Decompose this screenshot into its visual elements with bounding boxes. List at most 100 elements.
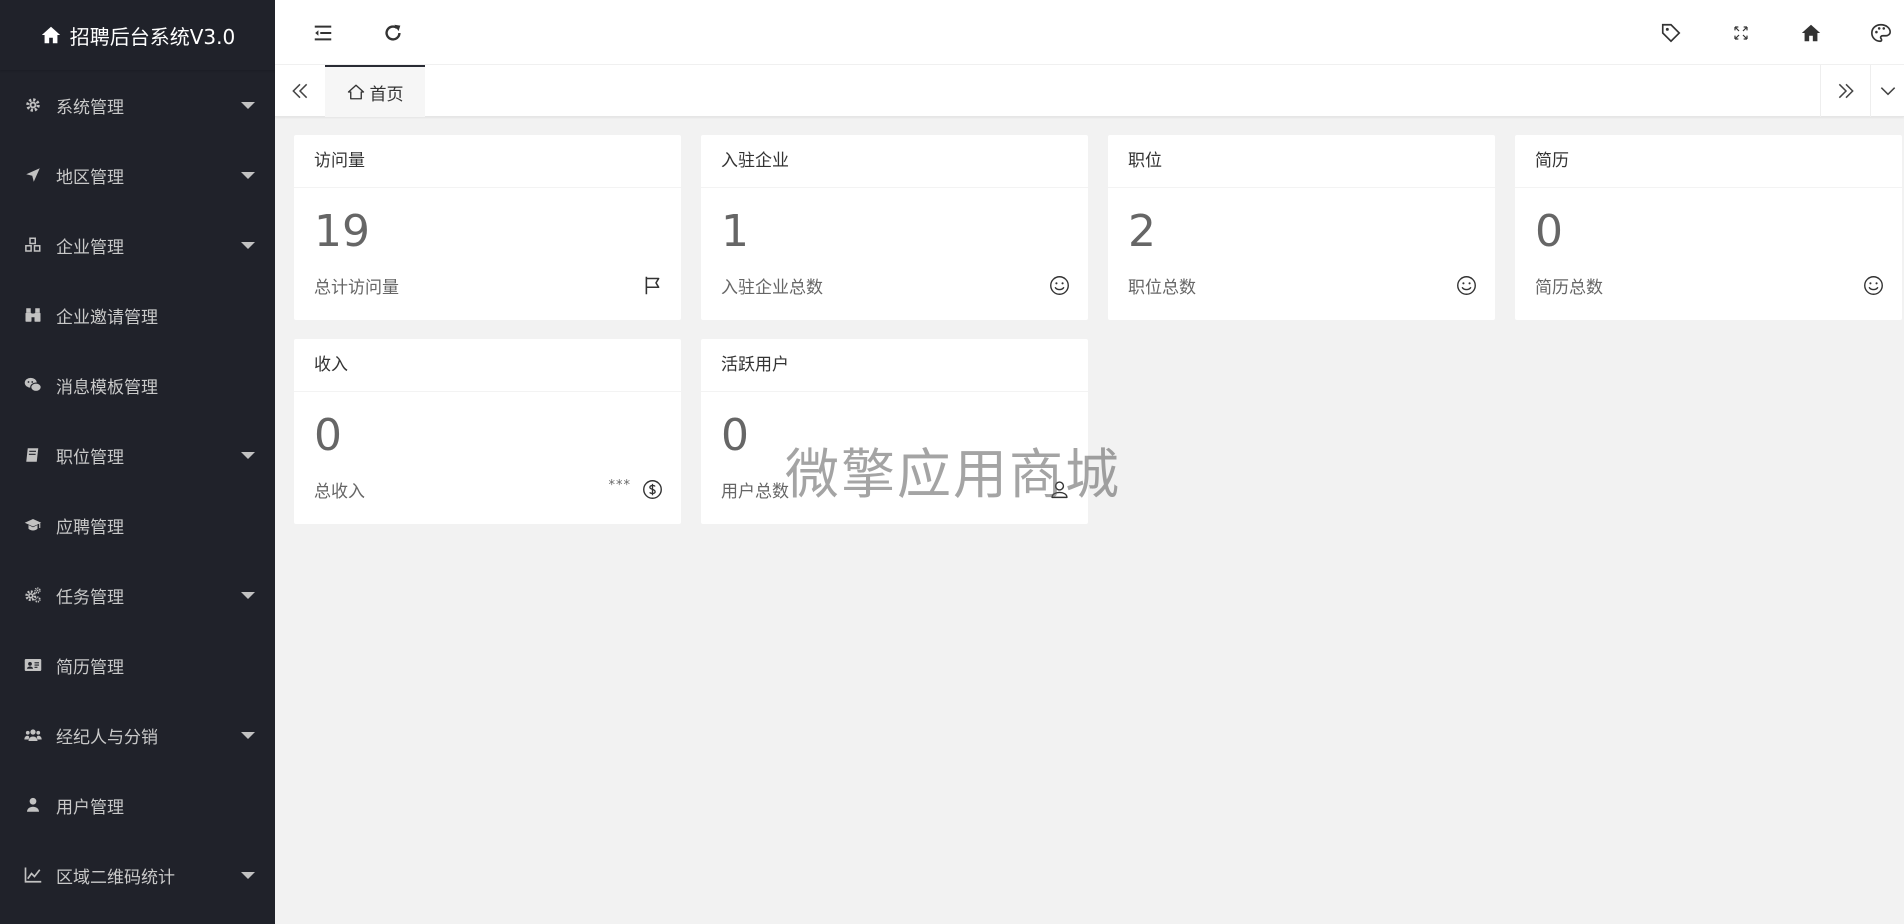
sidebar-item-label: 系统管理: [56, 97, 124, 118]
card-value: 1: [721, 206, 749, 257]
users-icon: [24, 729, 42, 741]
home-button[interactable]: [1776, 0, 1846, 65]
card-title: 简历: [1515, 135, 1902, 188]
user-outline-icon: [1051, 481, 1068, 499]
home-icon: [41, 26, 60, 44]
card-value: 19: [314, 206, 370, 257]
stat-card-positions: 职位 2 职位总数: [1108, 135, 1495, 320]
dollar-icon: [643, 480, 662, 499]
tabs-bar: 首页: [275, 65, 1904, 117]
card-subtitle: 简历总数: [1535, 278, 1603, 298]
tab-home[interactable]: 首页: [325, 65, 425, 117]
stat-card-income: 收入 0 总收入 ***: [294, 339, 681, 524]
caret-down-icon: [241, 101, 255, 109]
app-title: 招聘后台系统V3.0: [69, 24, 236, 49]
refresh-icon: [385, 24, 401, 41]
tab-label: 首页: [369, 84, 404, 105]
gear-icon: [26, 98, 40, 112]
sidebar-item-enterprise[interactable]: 企业管理: [0, 210, 275, 280]
caret-down-icon: [241, 591, 255, 599]
card-value: 2: [1128, 206, 1156, 257]
sidebar-item-label: 任务管理: [56, 587, 124, 608]
stat-card-enterprises: 入驻企业 1 入驻企业总数: [701, 135, 1088, 320]
sidebar-item-label: 职位管理: [56, 447, 124, 468]
app-logo[interactable]: 招聘后台系统V3.0: [0, 0, 275, 70]
card-subtitle: 入驻企业总数: [721, 278, 823, 298]
sidebar-item-message-template[interactable]: 消息模板管理: [0, 350, 275, 420]
sidebar-item-label: 经纪人与分销: [56, 727, 158, 748]
caret-down-icon: [241, 451, 255, 459]
double-chevron-left-icon: [292, 83, 308, 99]
graduation-cap-icon: [24, 519, 42, 531]
sidebar-item-label: 应聘管理: [56, 517, 124, 538]
tabs-scroll-right-button[interactable]: [1820, 65, 1870, 117]
caret-down-icon: [241, 171, 255, 179]
menu-collapse-icon: [314, 25, 332, 40]
location-arrow-icon: [26, 168, 40, 182]
book-icon: [26, 448, 39, 462]
smile-icon: [1457, 276, 1476, 295]
top-header: [275, 0, 1904, 65]
tabs-scroll-left-button[interactable]: [275, 65, 325, 117]
card-value: 0: [721, 410, 749, 461]
card-title: 访问量: [294, 135, 681, 188]
card-title: 收入: [294, 339, 681, 392]
card-title: 活跃用户: [701, 339, 1088, 392]
tag-icon: [1661, 23, 1681, 42]
stat-card-active-users: 活跃用户 0 用户总数: [701, 339, 1088, 524]
binoculars-icon: [25, 308, 41, 322]
card-subtitle: 总计访问量: [314, 278, 399, 298]
tag-button[interactable]: [1636, 0, 1706, 65]
theme-button[interactable]: [1846, 0, 1904, 65]
cubes-icon: [25, 237, 41, 252]
chevron-down-icon: [1880, 87, 1895, 96]
smile-icon: [1050, 276, 1069, 295]
home-outline-icon: [347, 84, 364, 100]
id-card-icon: [24, 659, 42, 671]
sidebar-item-label: 企业邀请管理: [56, 307, 158, 328]
card-subtitle: 用户总数: [721, 482, 789, 502]
palette-icon: [1871, 23, 1891, 42]
fullscreen-button[interactable]: [1706, 0, 1776, 65]
smile-icon: [1864, 276, 1883, 295]
masked-value: ***: [608, 478, 631, 493]
flag-icon: [645, 276, 660, 295]
sidebar-menu: 系统管理 地区管理 企业管理 企业邀请管理 消息模板管理 职位管理 应聘管理 任…: [0, 70, 275, 910]
user-icon: [27, 797, 39, 812]
sidebar-item-enterprise-invite[interactable]: 企业邀请管理: [0, 280, 275, 350]
sidebar-item-position[interactable]: 职位管理: [0, 420, 275, 490]
sidebar: 招聘后台系统V3.0 系统管理 地区管理 企业管理 企业邀请管理 消息模板管理 …: [0, 0, 275, 924]
card-subtitle: 总收入: [314, 482, 365, 502]
sidebar-item-resume[interactable]: 简历管理: [0, 630, 275, 700]
stat-card-resumes: 简历 0 简历总数: [1515, 135, 1902, 320]
card-value: 0: [314, 410, 342, 461]
home-icon: [1801, 24, 1821, 41]
sidebar-item-label: 简历管理: [56, 657, 124, 678]
card-subtitle: 职位总数: [1128, 278, 1196, 298]
card-title: 入驻企业: [701, 135, 1088, 188]
card-title: 职位: [1108, 135, 1495, 188]
sidebar-item-label: 消息模板管理: [56, 377, 158, 398]
card-value: 0: [1535, 206, 1563, 257]
sidebar-item-label: 用户管理: [56, 797, 124, 818]
sidebar-item-task[interactable]: 任务管理: [0, 560, 275, 630]
sidebar-item-region[interactable]: 地区管理: [0, 140, 275, 210]
sidebar-item-label: 地区管理: [56, 167, 124, 188]
double-chevron-right-icon: [1838, 83, 1854, 99]
sidebar-item-label: 企业管理: [56, 237, 124, 258]
stat-card-visits: 访问量 19 总计访问量: [294, 135, 681, 320]
sidebar-item-region-qrcode-stats[interactable]: 区域二维码统计: [0, 840, 275, 910]
sidebar-item-system[interactable]: 系统管理: [0, 70, 275, 140]
sidebar-item-application[interactable]: 应聘管理: [0, 490, 275, 560]
fullscreen-icon: [1734, 25, 1748, 40]
tabs-menu-button[interactable]: [1870, 65, 1904, 117]
sidebar-item-agent-distribution[interactable]: 经纪人与分销: [0, 700, 275, 770]
sidebar-item-user[interactable]: 用户管理: [0, 770, 275, 840]
refresh-button[interactable]: [358, 0, 428, 65]
caret-down-icon: [241, 731, 255, 739]
sidebar-item-label: 区域二维码统计: [56, 867, 175, 888]
menu-collapse-button[interactable]: [288, 0, 358, 65]
gears-icon: [25, 587, 41, 603]
wechat-icon: [24, 377, 42, 392]
line-chart-icon: [24, 867, 42, 883]
